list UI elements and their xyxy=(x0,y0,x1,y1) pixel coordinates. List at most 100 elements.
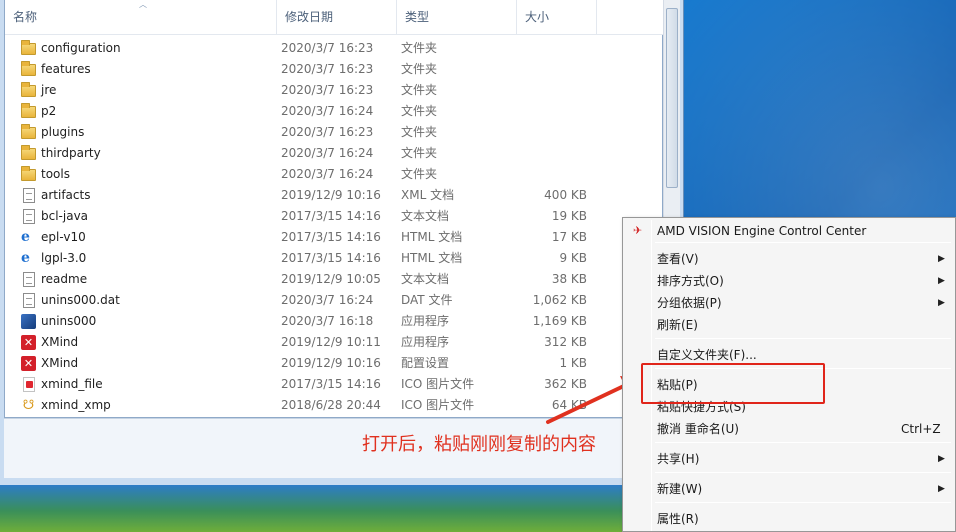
html-document-icon: e xyxy=(21,229,30,245)
submenu-arrow-icon: ▶ xyxy=(938,254,945,264)
file-name: plugins xyxy=(41,125,85,139)
file-size: 312 KB xyxy=(544,335,587,349)
menu-item-shortcut: Ctrl+Z xyxy=(901,422,941,436)
file-type: 应用程序 xyxy=(401,314,450,328)
file-type: XML 文档 xyxy=(401,188,455,202)
sort-by-menu-item[interactable]: 排序方式(O) ▶ xyxy=(625,270,953,292)
file-row[interactable]: jre 2020/3/7 16:23 文件夹 xyxy=(5,80,664,101)
file-size: 17 KB xyxy=(551,230,587,244)
file-modified-date: 2020/3/7 16:24 xyxy=(281,146,374,160)
file-name: readme xyxy=(41,272,88,286)
share-menu-item[interactable]: 共享(H) ▶ xyxy=(625,448,953,470)
file-size: 1,062 KB xyxy=(532,293,587,307)
file-name: jre xyxy=(41,83,57,97)
column-header-date[interactable]: 修改日期 xyxy=(277,0,397,35)
folder-icon xyxy=(21,166,36,181)
scrollbar-thumb[interactable] xyxy=(666,8,678,188)
refresh-menu-item[interactable]: 刷新(E) xyxy=(625,314,953,336)
menu-item-label: 共享(H) xyxy=(657,452,700,466)
file-row[interactable]: readme 2019/12/9 10:05 文本文档 38 KB xyxy=(5,269,664,290)
file-type: DAT 文件 xyxy=(401,293,453,307)
file-name: XMind xyxy=(41,356,79,370)
annotation-text: 打开后，粘贴刚刚复制的内容 xyxy=(362,434,596,455)
file-row[interactable]: unins000.dat 2020/3/7 16:24 DAT 文件 1,062 KB xyxy=(5,290,664,311)
file-type: 应用程序 xyxy=(401,335,450,349)
view-menu-item[interactable]: 查看(V) ▶ xyxy=(625,248,953,270)
file-modified-date: 2020/3/7 16:23 xyxy=(281,62,374,76)
file-modified-date: 2017/3/15 14:16 xyxy=(281,209,381,223)
file-list: configuration 2020/3/7 16:23 文件夹 features 20… xyxy=(5,38,664,416)
file-modified-date: 2019/12/9 10:05 xyxy=(281,272,381,286)
menu-item-label: 查看(V) xyxy=(657,252,699,266)
file-modified-date: 2019/12/9 10:16 xyxy=(281,356,381,370)
file-list-pane: 名称 ︿ 修改日期 类型 大小 configuration 2020/3/7 16… xyxy=(4,0,664,418)
file-type: 文件夹 xyxy=(401,167,438,181)
menu-item-label: 分组依据(P) xyxy=(657,296,722,310)
file-type: 配置设置 xyxy=(401,356,450,370)
file-type: 文件夹 xyxy=(401,62,438,76)
folder-icon xyxy=(21,103,36,118)
file-type: HTML 文档 xyxy=(401,230,463,244)
file-row[interactable]: ✕ XMind 2019/12/9 10:11 应用程序 312 KB xyxy=(5,332,664,353)
file-row[interactable]: thirdparty 2020/3/7 16:24 文件夹 xyxy=(5,143,664,164)
file-modified-date: 2020/3/7 16:24 xyxy=(281,293,374,307)
properties-menu-item[interactable]: 属性(R) xyxy=(625,508,953,530)
context-menu-separator xyxy=(655,442,951,443)
file-modified-date: 2017/3/15 14:16 xyxy=(281,377,381,391)
file-name: thirdparty xyxy=(41,146,101,160)
file-name: artifacts xyxy=(41,188,91,202)
file-name: features xyxy=(41,62,91,76)
file-row[interactable]: unins000 2020/3/7 16:18 应用程序 1,169 KB xyxy=(5,311,664,332)
file-row[interactable]: artifacts 2019/12/9 10:16 XML 文档 400 KB xyxy=(5,185,664,206)
column-header-type[interactable]: 类型 xyxy=(397,0,517,35)
file-modified-date: 2020/3/7 16:23 xyxy=(281,41,374,55)
file-type: HTML 文档 xyxy=(401,251,463,265)
column-header-size[interactable]: 大小 xyxy=(517,0,597,35)
file-name: bcl-java xyxy=(41,209,89,223)
file-modified-date: 2020/3/7 16:23 xyxy=(281,125,374,139)
submenu-arrow-icon: ▶ xyxy=(938,276,945,286)
file-size: 9 KB xyxy=(559,251,587,265)
uninstaller-icon xyxy=(21,314,36,329)
xmind-file-icon xyxy=(23,377,35,392)
xmind-config-icon: ✕ xyxy=(21,356,36,371)
folder-icon xyxy=(21,124,36,139)
group-by-menu-item[interactable]: 分组依据(P) ▶ xyxy=(625,292,953,314)
amd-vision-item[interactable]: ✈ AMD VISION Engine Control Center xyxy=(625,220,953,242)
folder-icon xyxy=(21,145,36,160)
submenu-arrow-icon: ▶ xyxy=(938,454,945,464)
file-row[interactable]: configuration 2020/3/7 16:23 文件夹 xyxy=(5,38,664,59)
folder-icon xyxy=(21,82,36,97)
file-name: lgpl-3.0 xyxy=(41,251,87,265)
desktop-wallpaper-strip xyxy=(0,485,640,532)
file-row[interactable]: p2 2020/3/7 16:24 文件夹 xyxy=(5,101,664,122)
file-type: 文件夹 xyxy=(401,41,438,55)
file-row[interactable]: e lgpl-3.0 2017/3/15 14:16 HTML 文档 9 KB xyxy=(5,248,664,269)
file-type: 文件夹 xyxy=(401,125,438,139)
file-type: ICO 图片文件 xyxy=(401,377,475,391)
file-size: 38 KB xyxy=(551,272,587,286)
file-modified-date: 2018/6/28 20:44 xyxy=(281,398,381,412)
file-row[interactable]: plugins 2020/3/7 16:23 文件夹 xyxy=(5,122,664,143)
file-row[interactable]: bcl-java 2017/3/15 14:16 文本文档 19 KB xyxy=(5,206,664,227)
file-name: unins000.dat xyxy=(41,293,120,307)
file-type: 文本文档 xyxy=(401,209,450,223)
context-menu-separator xyxy=(655,242,951,243)
xml-document-icon xyxy=(23,188,35,203)
text-document-icon xyxy=(23,272,35,287)
menu-item-label: 排序方式(O) xyxy=(657,274,724,288)
file-size: 19 KB xyxy=(551,209,587,223)
undo-rename-menu-item[interactable]: 撤消 重命名(U) Ctrl+Z xyxy=(625,418,953,440)
file-name: xmind_xmp xyxy=(41,398,111,412)
file-row[interactable]: tools 2020/3/7 16:24 文件夹 xyxy=(5,164,664,185)
file-name: unins000 xyxy=(41,314,97,328)
file-modified-date: 2020/3/7 16:24 xyxy=(281,167,374,181)
folder-icon xyxy=(21,61,36,76)
new-menu-item[interactable]: 新建(W) ▶ xyxy=(625,478,953,500)
paste-highlight-box xyxy=(641,363,825,404)
file-row[interactable]: e epl-v10 2017/3/15 14:16 HTML 文档 17 KB xyxy=(5,227,664,248)
file-row[interactable]: features 2020/3/7 16:23 文件夹 xyxy=(5,59,664,80)
file-name: tools xyxy=(41,167,70,181)
submenu-arrow-icon: ▶ xyxy=(938,298,945,308)
dat-file-icon xyxy=(23,293,35,308)
